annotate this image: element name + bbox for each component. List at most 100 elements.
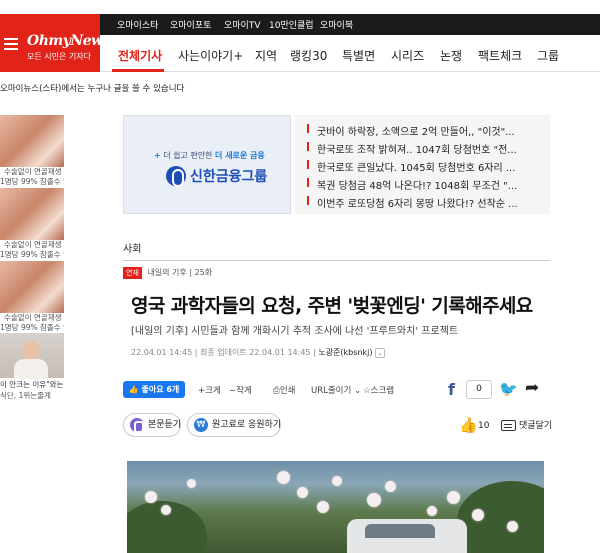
updated-label: 최종 업데이트 (200, 348, 247, 357)
list-item[interactable]: 이번주 로또당첨 6자리 몽땅 나왔다!? 선착순 ... (307, 192, 544, 210)
ad-line2: 1명당 99% 참졸수 있어 (0, 323, 64, 331)
contributor-notice[interactable]: 오마이뉴스(스타)에서는 누구나 글을 쓸 수 있습니다 (0, 82, 184, 94)
support-writer-button[interactable]: ₩ 원고료로 응원하기 (187, 413, 281, 437)
nav-group[interactable]: 그룹 (537, 47, 559, 64)
list-item-text: 한국로또 조작 밝혀져.. 1047회 당첨번호 "전... (317, 145, 517, 156)
font-smaller-button[interactable]: −작게 (229, 384, 252, 396)
nav-ranking30[interactable]: 랭킹30 (290, 47, 327, 64)
divider (123, 260, 550, 261)
author-name[interactable]: 노광준(kbsnkj) (318, 348, 372, 357)
support-label: 원고료로 응원하기 (212, 420, 282, 430)
print-icon: ⎙ (273, 386, 280, 396)
ad-line1: 이 안크는 이유"와는 (0, 380, 64, 389)
active-tab-indicator (112, 69, 164, 72)
menu-icon[interactable] (4, 38, 18, 53)
ad-line2: 1명당 99% 참졸수 있어 (0, 177, 64, 185)
shinhan-banner-ad[interactable]: + 더 쉽고 편안한 더 새로운 금융 신한금융그룹 (123, 115, 291, 214)
link-ohmystar[interactable]: 오마이스타 (117, 18, 158, 31)
article-photo (127, 461, 544, 553)
facebook-like-label: 좋아요 6개 (141, 385, 180, 394)
article-section[interactable]: 사회 (123, 240, 141, 255)
banner-slogan: + 더 쉽고 편안한 더 새로운 금융 (154, 151, 265, 160)
comment-icon (501, 420, 516, 431)
link-ohmytv[interactable]: 오마이TV (224, 18, 261, 31)
ad-image (0, 261, 64, 313)
shinhan-logo-icon (166, 166, 186, 187)
scrap-button[interactable]: ☆스크랩 (363, 384, 394, 396)
facebook-share-icon[interactable]: f (448, 380, 455, 399)
scrap-icon: ☆ (363, 386, 371, 396)
coin-icon: ₩ (194, 418, 208, 432)
left-ad-2[interactable]: 수술없이 연골재생 1명당 99% 참졸수 있어 (0, 188, 64, 258)
twitter-share-icon[interactable]: 🐦 (499, 380, 518, 398)
site-logo[interactable]: OhmyNews 모든 시민은 기자다 (0, 14, 110, 72)
series-info: 연재 내일의 기후 | 25화 (123, 267, 212, 279)
link-100k-club[interactable]: 10만인클럽 (269, 18, 314, 31)
article-subhead: [내일의 기후] 시민들과 함께 개화시기 추적 조사에 나선 '프루트와치' … (131, 326, 459, 337)
thumbs-up-icon[interactable]: 👍 (459, 416, 478, 434)
sponsored-news-list: 굿바이 하락장, 소액으로 2억 만들어,, "이것"... 한국로또 조작 밝… (295, 115, 550, 214)
article-dates: 22.04.01 14:45 | 최종 업데이트 22.04.01 14:45 … (131, 347, 385, 358)
nav-life-stories[interactable]: 사는이야기+ (178, 47, 243, 64)
facebook-like-button[interactable]: 👍 좋아요 6개 (123, 381, 185, 398)
ad-image (0, 333, 64, 379)
updated-date: 22.04.01 14:45 (249, 348, 311, 357)
list-item-text: 한국로또 큰일났다. 1045회 당첨번호 6자리 ... (317, 163, 516, 174)
published-date: 22.04.01 14:45 (131, 348, 193, 357)
ad-image (0, 115, 64, 167)
logo-name: OhmyNews (27, 33, 110, 49)
list-item[interactable]: 굿바이 하락장, 소액으로 2억 만들어,, "이것"... (307, 120, 544, 138)
scrap-label: 스크랩 (370, 386, 395, 396)
child-body (14, 359, 48, 379)
link-ohmybook[interactable]: 오마이북 (320, 18, 353, 31)
chevron-down-icon[interactable]: ⌄ (375, 347, 385, 358)
article-actions: 본문듣기 ₩ 원고료로 응원하기 👍 10 댓글달기 (123, 413, 552, 439)
banner-slogan-suffix: 더 새로운 금융 (215, 151, 265, 160)
ad-line2: 1명당 99% 참졸수 있어 (0, 250, 64, 258)
shorten-url-button[interactable]: URL줄이기 ⌄ (311, 384, 361, 396)
ad-line2: 식단, 1위는줄계 (0, 391, 51, 400)
nav-region[interactable]: 지역 (255, 47, 277, 64)
list-item-text: 복권 당첨금 48억 나온다!? 1048회 무조건 "... (317, 181, 518, 192)
left-ad-4[interactable]: 이 안크는 이유"와는 식단, 1위는줄계 (0, 333, 64, 403)
comment-button[interactable]: 댓글달기 (501, 418, 552, 431)
listen-button[interactable]: 본문듣기 (123, 413, 181, 437)
banner-slogan-prefix: 더 쉽고 편안한 (163, 151, 213, 160)
like-count: 10 (478, 421, 490, 431)
comment-label: 댓글달기 (519, 421, 553, 431)
series-episode: 25화 (194, 268, 213, 277)
logo-tagline: 모든 시민은 기자다 (27, 52, 91, 61)
chevron-down-icon: ⌄ (354, 386, 362, 396)
list-item[interactable]: 복권 당첨금 48억 나온다!? 1048회 무조건 "... (307, 174, 544, 192)
share-count: 0 (466, 380, 492, 399)
child-face (22, 341, 40, 361)
print-button[interactable]: ⎙인쇄 (273, 384, 295, 396)
font-larger-button[interactable]: +크게 (198, 384, 221, 396)
list-item-text: 이번주 로또당첨 6자리 몽땅 나왔다!? 선착순 ... (317, 199, 518, 210)
nav-special[interactable]: 특별면 (342, 47, 375, 64)
print-label: 인쇄 (279, 386, 296, 396)
article-headline: 영국 과학자들의 요청, 주변 '벚꽃엔딩' 기록해주세요 (131, 295, 533, 317)
list-item[interactable]: 한국로또 조작 밝혀져.. 1047회 당첨번호 "전... (307, 138, 544, 156)
left-ad-1[interactable]: 수술없이 연골재생 1명당 99% 참졸수 있어 (0, 115, 64, 185)
left-ad-3[interactable]: 수술없이 연골재생 1명당 99% 참졸수 있어 (0, 261, 64, 331)
share-arrow-icon[interactable]: ➦ (525, 378, 539, 398)
list-item[interactable]: 한국로또 큰일났다. 1045회 당첨번호 6자리 ... (307, 156, 544, 174)
ad-image (0, 188, 64, 240)
link-ohmyphoto[interactable]: 오마이포토 (170, 18, 211, 31)
font-larger-label: 크게 (205, 386, 221, 396)
list-item-text: 굿바이 하락장, 소액으로 2억 만들어,, "이것"... (317, 127, 515, 138)
nav-series[interactable]: 시리즈 (391, 47, 424, 64)
nav-debate[interactable]: 논쟁 (440, 47, 462, 64)
main-nav: 전체기사 사는이야기+ 지역 랭킹30 특별면 시리즈 논쟁 팩트체크 그룹 (100, 35, 600, 72)
nav-all-articles[interactable]: 전체기사 (118, 47, 162, 64)
share-toolbar: 👍 좋아요 6개 +크게 −작게 ⎙인쇄 URL줄이기 ⌄ ☆스크랩 f 0 🐦… (123, 378, 550, 400)
banner-brand: 신한금융그룹 (190, 169, 268, 185)
headphones-icon (130, 418, 144, 433)
font-smaller-label: 작게 (236, 386, 252, 396)
series-name[interactable]: 내일의 기후 (147, 268, 186, 277)
listen-label: 본문듣기 (148, 420, 182, 430)
nav-factcheck[interactable]: 팩트체크 (478, 47, 522, 64)
family-site-bar: 오마이스타 오마이포토 오마이TV 10만인클럽 오마이북 (100, 14, 600, 35)
series-badge: 연재 (123, 267, 142, 279)
